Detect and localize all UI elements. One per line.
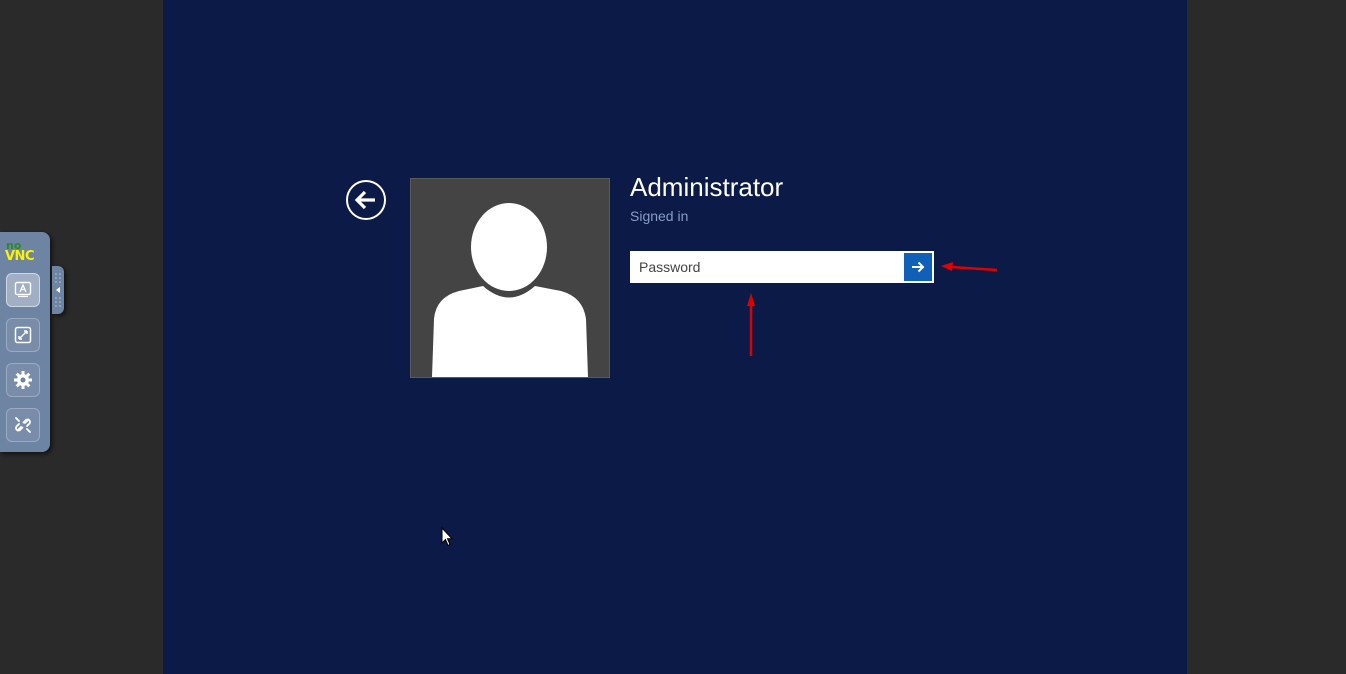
keyboard-a-icon — [14, 281, 32, 298]
user-silhouette-icon — [432, 203, 588, 377]
user-avatar — [410, 178, 610, 378]
mouse-cursor-icon — [441, 527, 453, 547]
disconnect-button[interactable] — [6, 408, 40, 442]
annotation-layer — [747, 262, 998, 356]
gear-icon — [14, 371, 32, 389]
submit-button[interactable] — [904, 253, 932, 281]
user-status: Signed in — [630, 208, 689, 224]
password-box — [630, 251, 934, 283]
keyboard-button[interactable] — [6, 273, 40, 307]
back-arrow-icon — [354, 190, 375, 210]
annotation-arrow-up — [747, 293, 755, 356]
collapse-arrow-icon — [55, 273, 61, 307]
back-button[interactable] — [346, 180, 386, 220]
remote-screen: Administrator Signed in — [163, 0, 1187, 674]
arrow-right-icon — [912, 261, 925, 273]
user-name: Administrator — [630, 172, 784, 202]
logo-vnc-text: VNC — [5, 249, 34, 264]
novnc-logo: no VNC — [4, 240, 44, 266]
control-bar-handle[interactable] — [52, 266, 64, 314]
fullscreen-button[interactable] — [6, 318, 40, 352]
settings-button[interactable] — [6, 363, 40, 397]
fullscreen-icon — [14, 326, 32, 344]
disconnect-icon — [15, 417, 31, 433]
novnc-control-bar: no VNC — [0, 232, 50, 452]
password-input[interactable] — [631, 252, 903, 282]
annotation-arrow-left — [941, 262, 998, 272]
